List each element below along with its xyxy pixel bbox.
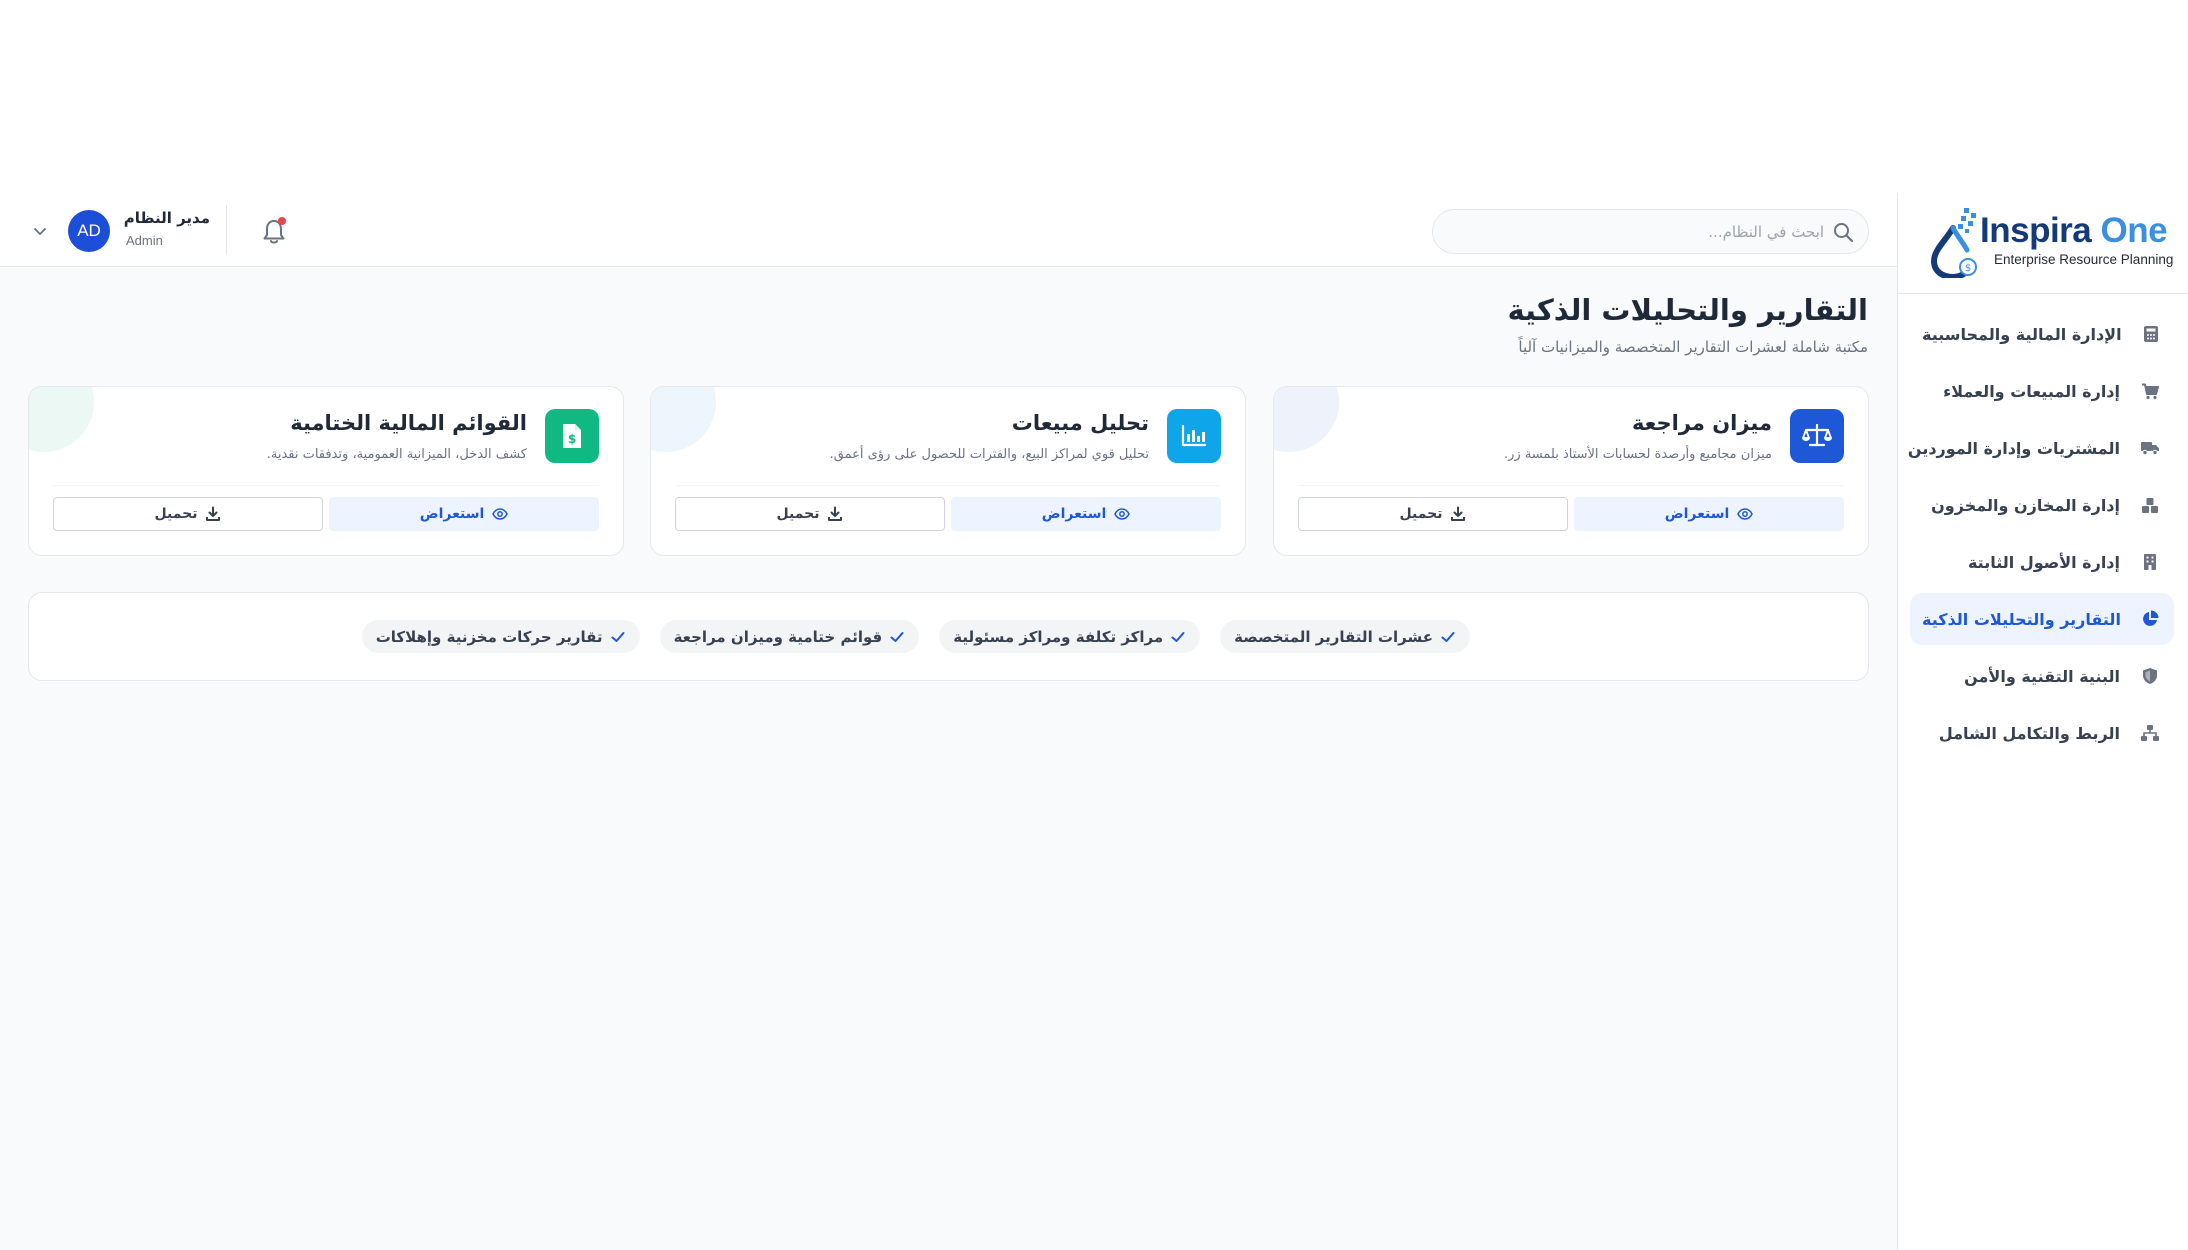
feature-chip: مراكز تكلفة ومراكز مسئولية [939,620,1201,653]
check-icon [1170,629,1186,645]
card-divider [53,485,599,486]
main-content: التقارير والتحليلات الذكية مكتبة شاملة ل… [0,268,1897,1250]
pie-chart-icon [2141,609,2160,629]
check-icon [610,629,626,645]
user-menu[interactable]: AD مدير النظام Admin [30,208,210,254]
sidebar-item-label: المشتريات وإدارة الموردين [1907,438,2120,458]
card-description: كشف الدخل، الميزانية العمومية، وتدفقات ن… [266,447,527,462]
logo-mark-icon: $ [1928,206,1982,278]
features-panel: عشرات التقارير المتخصصة مراكز تكلفة ومرا… [28,592,1869,681]
scale-icon [1790,409,1844,463]
brand-logo[interactable]: $ Inspira One Enterprise Resource Planni… [1898,193,2188,294]
calculator-icon [2142,324,2160,344]
sidebar-item-finance[interactable]: الإدارة المالية والمحاسبية [1910,308,2174,360]
header-divider [226,205,227,255]
user-name: مدير النظام [123,209,210,227]
download-button-label: تحميل [154,506,198,522]
notification-badge [278,217,286,225]
truck-icon [2140,438,2160,458]
feature-chip-label: مراكز تكلفة ومراكز مسئولية [953,627,1164,646]
feature-chip-label: عشرات التقارير المتخصصة [1234,627,1433,646]
user-role: Admin [126,233,163,248]
sidebar-item-label: إدارة المخازن والمخزون [1931,495,2120,515]
network-icon [2140,723,2160,743]
card-divider [1298,485,1844,486]
page-title: التقارير والتحليلات الذكية [1507,293,1868,327]
svg-text:$: $ [1965,263,1971,274]
search-input[interactable] [1449,210,1824,253]
sidebar-nav: الإدارة المالية والمحاسبية إدارة المبيعا… [1907,308,2174,764]
brand-name-part2: One [2100,211,2168,250]
view-button[interactable]: استعراض [329,497,599,531]
download-button[interactable]: تحميل [1298,497,1568,531]
notifications-bell-icon[interactable] [260,216,288,246]
card-decoration [1274,387,1339,452]
feature-chip: عشرات التقارير المتخصصة [1220,620,1470,653]
sidebar-item-label: البنية التقنية والأمن [1964,666,2120,686]
invoice-icon: $ [545,409,599,463]
download-button[interactable]: تحميل [675,497,945,531]
card-decoration [29,387,94,452]
eye-icon [492,506,509,522]
top-header: AD مدير النظام Admin [0,193,1897,267]
brand-tagline: Enterprise Resource Planning [1994,252,2174,267]
sidebar-item-warehouse[interactable]: إدارة المخازن والمخزون [1910,479,2174,531]
avatar[interactable]: AD [68,210,110,252]
sidebar: $ Inspira One Enterprise Resource Planni… [1897,193,2188,1250]
view-button-label: استعراض [419,506,485,522]
view-button-label: استعراض [1664,506,1730,522]
sidebar-item-label: إدارة الأصول الثابتة [1967,552,2120,572]
sidebar-item-assets[interactable]: إدارة الأصول الثابتة [1910,536,2174,588]
feature-chip-label: تقارير حركات مخزنية وإهلاكات [375,627,603,646]
sidebar-item-purchasing[interactable]: المشتريات وإدارة الموردين [1907,422,2174,474]
sidebar-item-security[interactable]: البنية التقنية والأمن [1910,650,2174,702]
card-description: تحليل قوي لمراكز البيع، والفترات للحصول … [829,447,1149,462]
download-button-label: تحميل [776,506,820,522]
sidebar-item-sales[interactable]: إدارة المبيعات والعملاء [1910,365,2174,417]
view-button[interactable]: استعراض [951,497,1221,531]
view-button[interactable]: استعراض [1574,497,1844,531]
boxes-icon [2140,495,2160,515]
bar-chart-icon [1167,409,1221,463]
sidebar-item-label: الإدارة المالية والمحاسبية [1922,324,2122,344]
svg-text:$: $ [568,432,576,446]
view-button-label: استعراض [1041,506,1107,522]
card-title: تحليل مبيعات [1011,411,1149,435]
sidebar-item-integration[interactable]: الربط والتكامل الشامل [1910,707,2174,759]
download-icon [205,506,221,522]
feature-chips: عشرات التقارير المتخصصة مراكز تكلفة ومرا… [361,620,1470,653]
check-icon [1440,629,1456,645]
brand-name-part1: Inspira [1980,211,2092,250]
feature-chip-label: قوائم ختامية وميزان مراجعة [673,627,883,646]
report-card-sales-analysis: تحليل مبيعات تحليل قوي لمراكز البيع، وال… [650,386,1246,556]
building-icon [2140,552,2160,572]
search-box[interactable] [1432,209,1869,254]
card-title: القوائم المالية الختامية [290,411,527,435]
card-description: ميزان مجاميع وأرصدة لحسابات الأستاذ بلمس… [1504,447,1772,462]
shield-icon [2140,666,2160,686]
eye-icon [1114,506,1131,522]
chevron-down-icon[interactable] [32,223,48,239]
sidebar-item-label: التقارير والتحليلات الذكية [1922,609,2121,629]
check-icon [889,629,905,645]
report-card-trial-balance: ميزان مراجعة ميزان مجاميع وأرصدة لحسابات… [1273,386,1869,556]
feature-chip: تقارير حركات مخزنية وإهلاكات [361,620,640,653]
card-divider [675,485,1221,486]
card-decoration [651,387,716,452]
cart-icon [2140,381,2160,401]
page-subtitle: مكتبة شاملة لعشرات التقارير المتخصصة وال… [1518,338,1868,356]
download-icon [1450,506,1466,522]
download-icon [827,506,843,522]
report-card-financial-statements: $ القوائم المالية الختامية كشف الدخل، ال… [28,386,624,556]
search-icon [1832,221,1854,243]
card-title: ميزان مراجعة [1631,411,1772,435]
download-button[interactable]: تحميل [53,497,323,531]
download-button-label: تحميل [1399,506,1443,522]
sidebar-item-label: الربط والتكامل الشامل [1938,723,2120,743]
sidebar-item-label: إدارة المبيعات والعملاء [1943,381,2120,401]
sidebar-item-reports[interactable]: التقارير والتحليلات الذكية [1910,593,2174,645]
eye-icon [1737,506,1754,522]
feature-chip: قوائم ختامية وميزان مراجعة [659,620,920,653]
